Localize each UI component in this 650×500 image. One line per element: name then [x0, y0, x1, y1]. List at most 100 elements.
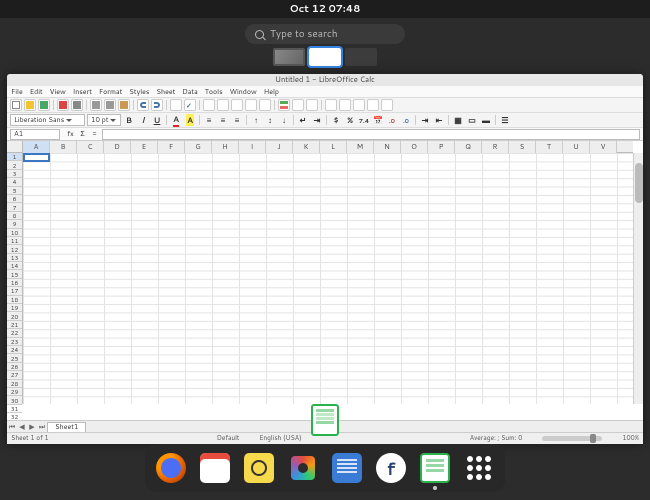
- tab-next-button[interactable]: ▶: [27, 422, 37, 432]
- menu-edit[interactable]: Edit: [30, 87, 43, 97]
- clock[interactable]: Oct 12 07:48: [290, 2, 361, 16]
- wrap-button[interactable]: ↵: [297, 114, 309, 126]
- hyperlink-button[interactable]: [325, 99, 337, 111]
- row-button[interactable]: [203, 99, 215, 111]
- dock-music[interactable]: [241, 450, 277, 486]
- cut-button[interactable]: [90, 99, 102, 111]
- decrease-indent-button[interactable]: ⇤: [433, 114, 445, 126]
- conditional-button[interactable]: ☰: [499, 114, 511, 126]
- column-header-O[interactable]: O: [401, 141, 428, 153]
- comment-button[interactable]: [339, 99, 351, 111]
- autofilter-button[interactable]: [259, 99, 271, 111]
- headers-button[interactable]: [353, 99, 365, 111]
- window-titlebar[interactable]: Untitled 1 - LibreOffice Calc: [7, 74, 643, 86]
- row-header-32[interactable]: 32: [7, 413, 22, 420]
- menu-sheet[interactable]: Sheet: [156, 87, 175, 97]
- column-header-A[interactable]: A: [23, 141, 50, 153]
- column-header-Q[interactable]: Q: [455, 141, 482, 153]
- currency-button[interactable]: $: [330, 114, 342, 126]
- freeze-button[interactable]: [367, 99, 379, 111]
- tab-first-button[interactable]: ⏮: [7, 422, 17, 432]
- column-header-G[interactable]: G: [185, 141, 212, 153]
- dock-libreoffice-calc[interactable]: [417, 450, 453, 486]
- column-header-S[interactable]: S: [509, 141, 536, 153]
- menu-styles[interactable]: Styles: [129, 87, 149, 97]
- workspace-thumb-1[interactable]: [273, 48, 305, 66]
- workspace-thumb-2[interactable]: [309, 48, 341, 66]
- align-right-button[interactable]: ≡: [231, 114, 243, 126]
- column-header-J[interactable]: J: [266, 141, 293, 153]
- sort-asc-button[interactable]: [231, 99, 243, 111]
- column-header-D[interactable]: D: [104, 141, 131, 153]
- menu-help[interactable]: Help: [264, 87, 279, 97]
- cell-grid[interactable]: [23, 153, 633, 404]
- underline-button[interactable]: U: [151, 114, 163, 126]
- sort-desc-button[interactable]: [245, 99, 257, 111]
- find-button[interactable]: [170, 99, 182, 111]
- print-button[interactable]: [71, 99, 83, 111]
- column-header-H[interactable]: H: [212, 141, 239, 153]
- italic-button[interactable]: I: [137, 114, 149, 126]
- font-size-combo[interactable]: 10 pt: [87, 114, 121, 126]
- column-header-V[interactable]: V: [590, 141, 617, 153]
- undo-button[interactable]: [137, 99, 149, 111]
- split-button[interactable]: [381, 99, 393, 111]
- borders-button[interactable]: ▦: [452, 114, 464, 126]
- zoom-value[interactable]: 100%: [622, 434, 639, 443]
- workspace-thumb-new[interactable]: [345, 48, 377, 66]
- dock-photos[interactable]: [285, 450, 321, 486]
- font-color-button[interactable]: A: [170, 114, 182, 126]
- add-decimal-button[interactable]: .0: [386, 114, 398, 126]
- function-wizard-button[interactable]: fx: [65, 129, 76, 140]
- window-thumbnail-calc[interactable]: [311, 404, 339, 436]
- column-header-F[interactable]: F: [158, 141, 185, 153]
- date-button[interactable]: 📅: [372, 114, 384, 126]
- copy-button[interactable]: [104, 99, 116, 111]
- align-left-button[interactable]: ≡: [203, 114, 215, 126]
- menu-tools[interactable]: Tools: [205, 87, 223, 97]
- menu-insert[interactable]: Insert: [73, 87, 92, 97]
- column-header-B[interactable]: B: [50, 141, 77, 153]
- column-header-C[interactable]: C: [77, 141, 104, 153]
- column-header-I[interactable]: I: [239, 141, 266, 153]
- number-button[interactable]: 7.4: [358, 114, 370, 126]
- sheet-tab-1[interactable]: Sheet1: [47, 422, 86, 432]
- name-box[interactable]: A1: [10, 129, 60, 140]
- align-middle-button[interactable]: ↕: [264, 114, 276, 126]
- open-button[interactable]: [24, 99, 36, 111]
- status-language[interactable]: English (USA): [259, 434, 301, 443]
- dock-show-applications[interactable]: [461, 450, 497, 486]
- zoom-slider[interactable]: [542, 436, 602, 441]
- spellcheck-button[interactable]: ✓: [184, 99, 196, 111]
- bold-button[interactable]: B: [123, 114, 135, 126]
- column-button[interactable]: [217, 99, 229, 111]
- column-header-K[interactable]: K: [293, 141, 320, 153]
- align-top-button[interactable]: ↑: [250, 114, 262, 126]
- column-header-L[interactable]: L: [320, 141, 347, 153]
- menu-view[interactable]: View: [50, 87, 66, 97]
- tab-last-button[interactable]: ⏭: [37, 422, 47, 432]
- save-button[interactable]: [38, 99, 50, 111]
- pivot-button[interactable]: [306, 99, 318, 111]
- vertical-scrollbar[interactable]: [633, 153, 643, 404]
- column-header-P[interactable]: P: [428, 141, 455, 153]
- column-header-E[interactable]: E: [131, 141, 158, 153]
- column-header-T[interactable]: T: [536, 141, 563, 153]
- column-header-U[interactable]: U: [563, 141, 590, 153]
- new-button[interactable]: [10, 99, 22, 111]
- menu-window[interactable]: Window: [230, 87, 257, 97]
- formula-input[interactable]: [102, 129, 640, 140]
- export-pdf-button[interactable]: [57, 99, 69, 111]
- chart-button[interactable]: [278, 99, 290, 111]
- menu-file[interactable]: File: [11, 87, 23, 97]
- dock-software[interactable]: f: [373, 450, 409, 486]
- dock-text-editor[interactable]: [329, 450, 365, 486]
- status-summary[interactable]: Average: ; Sum: 0: [470, 434, 523, 443]
- menu-data[interactable]: Data: [182, 87, 197, 97]
- highlight-button[interactable]: A: [184, 114, 196, 126]
- tab-prev-button[interactable]: ◀: [17, 422, 27, 432]
- border-color-button[interactable]: ▬: [480, 114, 492, 126]
- dock-calendar[interactable]: [197, 450, 233, 486]
- overview-search[interactable]: Type to search: [245, 24, 405, 44]
- column-header-N[interactable]: N: [374, 141, 401, 153]
